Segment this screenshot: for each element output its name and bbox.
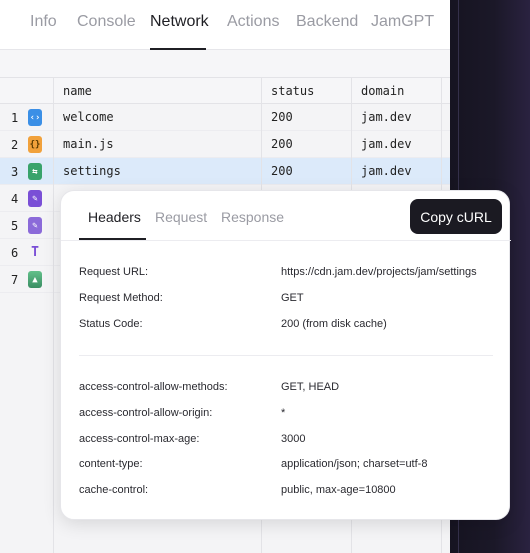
tab-headers[interactable]: Headers — [88, 209, 141, 225]
row-number: 2 — [11, 138, 19, 152]
divider — [61, 240, 511, 241]
row-number: 7 — [11, 273, 19, 287]
row-number: 3 — [11, 165, 19, 179]
section-divider — [79, 355, 493, 356]
font-file-icon: T — [31, 245, 39, 260]
general-value: 200 (from disk cache) — [281, 318, 387, 330]
column-divider — [53, 78, 54, 553]
table-row-selected[interactable]: 3 ⇆ settings 200 jam.dev — [0, 158, 450, 185]
row-number: 5 — [11, 219, 19, 233]
general-value: GET — [281, 292, 304, 304]
header-value: 3000 — [281, 433, 306, 445]
column-header-domain[interactable]: domain — [361, 84, 404, 98]
row-name: settings — [63, 164, 121, 178]
tab-request[interactable]: Request — [155, 209, 207, 225]
tab-bar: Info Console Network Actions Backend Jam… — [0, 0, 450, 50]
row-status: 200 — [271, 137, 293, 151]
tab-backend[interactable]: Backend — [296, 13, 358, 31]
row-number: 1 — [11, 111, 19, 125]
tab-network[interactable]: Network — [150, 13, 209, 31]
tab-console[interactable]: Console — [77, 13, 136, 31]
column-header-status[interactable]: status — [271, 84, 314, 98]
general-value: https://cdn.jam.dev/projects/jam/setting… — [281, 266, 477, 278]
row-domain: jam.dev — [361, 137, 412, 151]
swap-file-icon: ⇆ — [28, 163, 42, 180]
table-header: name status domain — [0, 78, 450, 104]
pen-file-icon: ✎ — [28, 217, 42, 234]
general-key: Status Code: — [79, 318, 143, 330]
network-toolbar — [0, 50, 450, 78]
tab-jamgpt[interactable]: JamGPT — [371, 13, 434, 31]
header-value: GET, HEAD — [281, 381, 340, 393]
header-key: content-type: — [79, 458, 143, 470]
header-key: cache-control: — [79, 484, 149, 496]
table-row[interactable]: 2 {} main.js 200 jam.dev — [0, 131, 450, 158]
tab-actions[interactable]: Actions — [227, 13, 279, 31]
row-number: 4 — [11, 192, 19, 206]
pen-file-icon: ✎ — [28, 190, 42, 207]
tab-response[interactable]: Response — [221, 209, 284, 225]
header-key: access-control-max-age: — [79, 433, 200, 445]
row-domain: jam.dev — [361, 164, 412, 178]
row-status: 200 — [271, 164, 293, 178]
table-row[interactable]: 1 ‹› welcome 200 jam.dev — [0, 104, 450, 131]
json-file-icon: {} — [28, 136, 42, 153]
row-status: 200 — [271, 110, 293, 124]
row-domain: jam.dev — [361, 110, 412, 124]
header-value: application/json; charset=utf-8 — [281, 458, 428, 470]
code-file-icon: ‹› — [28, 109, 42, 126]
image-file-icon: ▲ — [28, 271, 42, 288]
general-key: Request URL: — [79, 266, 149, 278]
header-key: access-control-allow-methods: — [79, 381, 228, 393]
row-number: 6 — [11, 246, 19, 260]
general-key: Request Method: — [79, 292, 163, 304]
row-name: main.js — [63, 137, 114, 151]
header-key: access-control-allow-origin: — [79, 407, 213, 419]
tab-info[interactable]: Info — [30, 13, 57, 31]
header-value: public, max-age=10800 — [281, 484, 396, 496]
request-details-popover: Headers Request Response Copy cURL Reque… — [60, 190, 511, 520]
column-header-name[interactable]: name — [63, 84, 92, 98]
row-name: welcome — [63, 110, 114, 124]
copy-curl-button[interactable]: Copy cURL — [410, 199, 502, 234]
header-value: * — [281, 407, 286, 419]
